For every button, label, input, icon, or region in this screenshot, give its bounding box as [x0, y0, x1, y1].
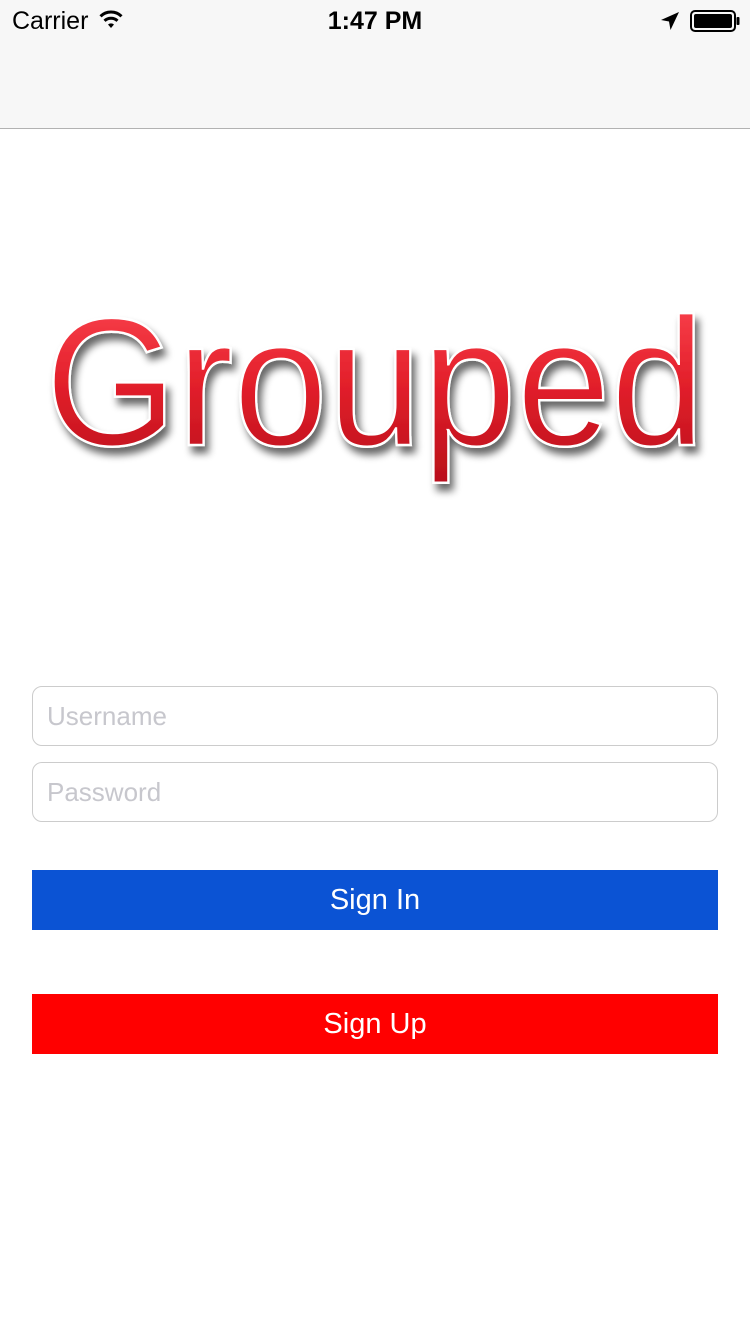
sign-up-button[interactable]: Sign Up [32, 994, 718, 1054]
app-logo: Grouped [0, 290, 750, 510]
logo-wordmark: Grouped [44, 290, 707, 485]
location-arrow-icon [661, 12, 679, 30]
logo-text: Grouped [45, 290, 705, 484]
password-input[interactable] [32, 762, 718, 822]
username-input[interactable] [32, 686, 718, 746]
sign-in-button[interactable]: Sign In [32, 870, 718, 930]
battery-icon [690, 10, 740, 32]
status-time: 1:47 PM [327, 7, 423, 35]
login-screen: Carrier 1:47 PM Grouped Username Sign In… [0, 0, 750, 1334]
status-and-nav-bar: Carrier 1:47 PM [0, 0, 750, 129]
